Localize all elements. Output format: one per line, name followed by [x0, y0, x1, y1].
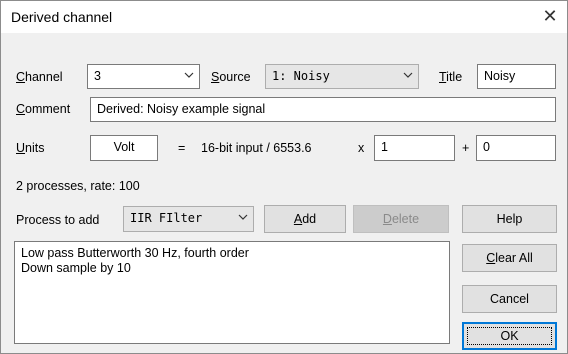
delete-button[interactable]: Delete — [353, 205, 449, 233]
title-bar: Derived channel ✕ — [1, 1, 567, 33]
units-label: Units — [16, 141, 45, 155]
units-input[interactable]: Volt — [90, 135, 158, 161]
title-label: Title — [439, 70, 463, 84]
comment-label: Comment — [16, 102, 71, 116]
scale-input[interactable]: 1 — [374, 135, 455, 161]
chevron-down-icon — [238, 212, 248, 222]
window-title: Derived channel — [11, 9, 113, 25]
help-button[interactable]: Help — [462, 205, 557, 233]
offset-input[interactable]: 0 — [476, 135, 556, 161]
comment-input[interactable]: Derived: Noisy example signal — [90, 97, 556, 122]
chevron-down-icon — [184, 70, 194, 80]
derived-channel-dialog: Derived channel ✕ Channel 3 Source 1: No… — [0, 0, 568, 354]
source-label: Source — [211, 70, 251, 84]
clear-all-button[interactable]: Clear All — [462, 244, 557, 272]
list-item[interactable]: Down sample by 10 — [21, 261, 443, 276]
process-value: IIR FIlter — [130, 211, 203, 225]
process-list[interactable]: Low pass Butterworth 30 Hz, fourth order… — [14, 241, 450, 344]
channel-label: Channel — [16, 70, 63, 84]
focus-rectangle — [467, 327, 552, 345]
add-button[interactable]: Add — [264, 205, 346, 233]
list-item[interactable]: Low pass Butterworth 30 Hz, fourth order — [21, 246, 443, 261]
process-status: 2 processes, rate: 100 — [16, 179, 140, 193]
process-to-add-label: Process to add — [16, 213, 100, 227]
title-input[interactable]: Noisy — [477, 64, 556, 89]
units-formula: 16-bit input / 6553.6 — [201, 141, 312, 155]
chevron-down-icon — [403, 70, 413, 80]
plus-sign: + — [462, 141, 470, 155]
close-icon[interactable]: ✕ — [537, 3, 563, 29]
process-select[interactable]: IIR FIlter — [123, 206, 254, 232]
equals-sign: = — [178, 141, 186, 155]
source-value: 1: Noisy — [272, 69, 330, 83]
channel-value: 3 — [94, 69, 101, 83]
source-select[interactable]: 1: Noisy — [265, 64, 419, 89]
cancel-button[interactable]: Cancel — [462, 285, 557, 313]
multiply-sign: x — [358, 141, 365, 155]
channel-select[interactable]: 3 — [87, 64, 200, 89]
ok-button[interactable]: OK — [462, 322, 557, 350]
